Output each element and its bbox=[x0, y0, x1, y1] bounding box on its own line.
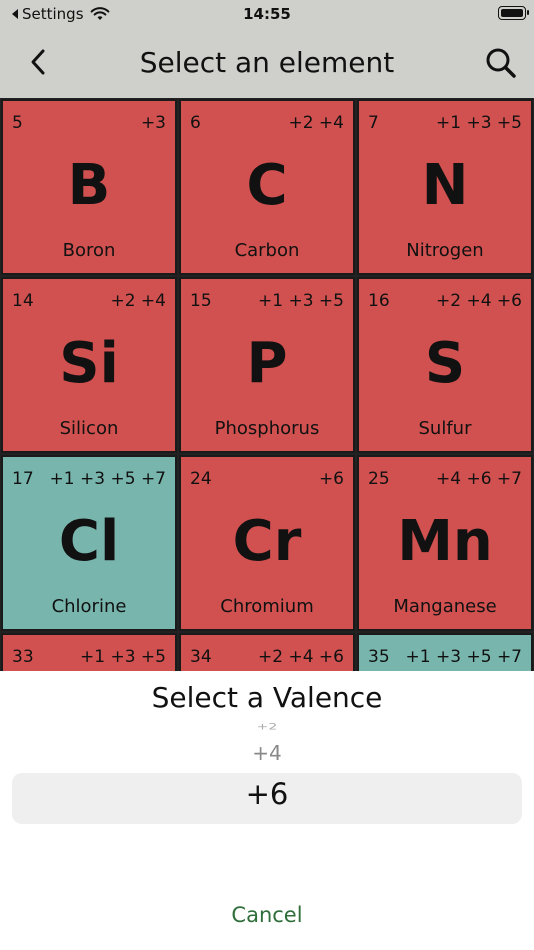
valences: +1 +3 +5 +7 bbox=[405, 647, 522, 667]
picker-title: Select a Valence bbox=[151, 681, 383, 714]
element-symbol: Si bbox=[59, 331, 119, 396]
element-name: Boron bbox=[62, 240, 116, 261]
valences: +3 bbox=[140, 113, 166, 133]
element-name: Carbon bbox=[234, 240, 300, 261]
battery-icon bbox=[498, 6, 529, 20]
navigation-bar: Select an element bbox=[0, 28, 534, 98]
element-cell[interactable]: 15 +1 +3 +5 P Phosphorus bbox=[179, 277, 355, 453]
element-cell[interactable]: 34 +2 +4 +6 bbox=[179, 633, 355, 672]
status-bar: Settings 14:55 bbox=[0, 0, 534, 28]
clock: 14:55 bbox=[243, 5, 291, 23]
element-symbol: Cr bbox=[232, 509, 302, 574]
element-symbol: C bbox=[246, 153, 288, 218]
element-symbol: N bbox=[421, 153, 469, 218]
element-cell[interactable]: 33 +1 +3 +5 bbox=[1, 633, 177, 672]
atomic-number: 14 bbox=[12, 291, 34, 311]
element-cell[interactable]: 16 +2 +4 +6 S Sulfur bbox=[357, 277, 533, 453]
element-name: Silicon bbox=[59, 418, 119, 439]
element-cell[interactable]: 25 +4 +6 +7 Mn Manganese bbox=[357, 455, 533, 631]
element-symbol: B bbox=[67, 153, 111, 218]
element-symbol: S bbox=[424, 331, 466, 396]
element-cell[interactable]: 7 +1 +3 +5 N Nitrogen bbox=[357, 99, 533, 275]
valences: +1 +3 +5 bbox=[436, 113, 522, 133]
picker-option[interactable]: +4 bbox=[0, 741, 534, 765]
element-name: Manganese bbox=[393, 596, 497, 617]
element-name: Chlorine bbox=[51, 596, 127, 617]
search-icon bbox=[486, 48, 516, 78]
atomic-number: 34 bbox=[190, 647, 212, 667]
atomic-number: 25 bbox=[368, 469, 390, 489]
element-name: Phosphorus bbox=[214, 418, 320, 439]
atomic-number: 7 bbox=[368, 113, 379, 133]
search-button[interactable] bbox=[482, 44, 520, 82]
element-symbol: Mn bbox=[397, 509, 493, 574]
element-symbol: P bbox=[246, 331, 288, 396]
element-name: Nitrogen bbox=[406, 240, 484, 261]
valences: +1 +3 +5 bbox=[258, 291, 344, 311]
atomic-number: 16 bbox=[368, 291, 390, 311]
element-symbol: Cl bbox=[58, 509, 120, 574]
valences: +2 +4 bbox=[110, 291, 166, 311]
valences: +2 +4 +6 bbox=[258, 647, 344, 667]
valences: +6 bbox=[318, 469, 344, 489]
element-grid: 5 +3 B Boron 6 +2 +4 C Carbon 7 +1 +3 +5… bbox=[0, 98, 534, 672]
element-cell[interactable]: 14 +2 +4 Si Silicon bbox=[1, 277, 177, 453]
page-title: Select an element bbox=[139, 46, 395, 79]
element-cell[interactable]: 5 +3 B Boron bbox=[1, 99, 177, 275]
atomic-number: 17 bbox=[12, 469, 34, 489]
atomic-number: 24 bbox=[190, 469, 212, 489]
atomic-number: 33 bbox=[12, 647, 34, 667]
element-name: Chromium bbox=[220, 596, 314, 617]
element-cell[interactable]: 35 +1 +3 +5 +7 bbox=[357, 633, 533, 672]
valences: +2 +4 bbox=[288, 113, 344, 133]
picker-selected-option[interactable]: +6 bbox=[0, 777, 534, 811]
element-cell[interactable]: 17 +1 +3 +5 +7 Cl Chlorine bbox=[1, 455, 177, 631]
valence-picker[interactable]: +2 +4 +6 bbox=[0, 715, 534, 835]
valence-picker-sheet: Select a Valence +2 +4 +6 Cancel bbox=[0, 671, 534, 950]
valences: +1 +3 +5 +7 bbox=[49, 469, 166, 489]
element-name: Sulfur bbox=[418, 418, 472, 439]
atomic-number: 35 bbox=[368, 647, 390, 667]
valences: +1 +3 +5 bbox=[80, 647, 166, 667]
atomic-number: 15 bbox=[190, 291, 212, 311]
element-cell[interactable]: 24 +6 Cr Chromium bbox=[179, 455, 355, 631]
valences: +4 +6 +7 bbox=[436, 469, 522, 489]
atomic-number: 5 bbox=[12, 113, 23, 133]
cancel-button[interactable]: Cancel bbox=[0, 903, 534, 927]
valences: +2 +4 +6 bbox=[436, 291, 522, 311]
element-cell[interactable]: 6 +2 +4 C Carbon bbox=[179, 99, 355, 275]
atomic-number: 6 bbox=[190, 113, 201, 133]
picker-option[interactable]: +2 bbox=[0, 722, 534, 732]
